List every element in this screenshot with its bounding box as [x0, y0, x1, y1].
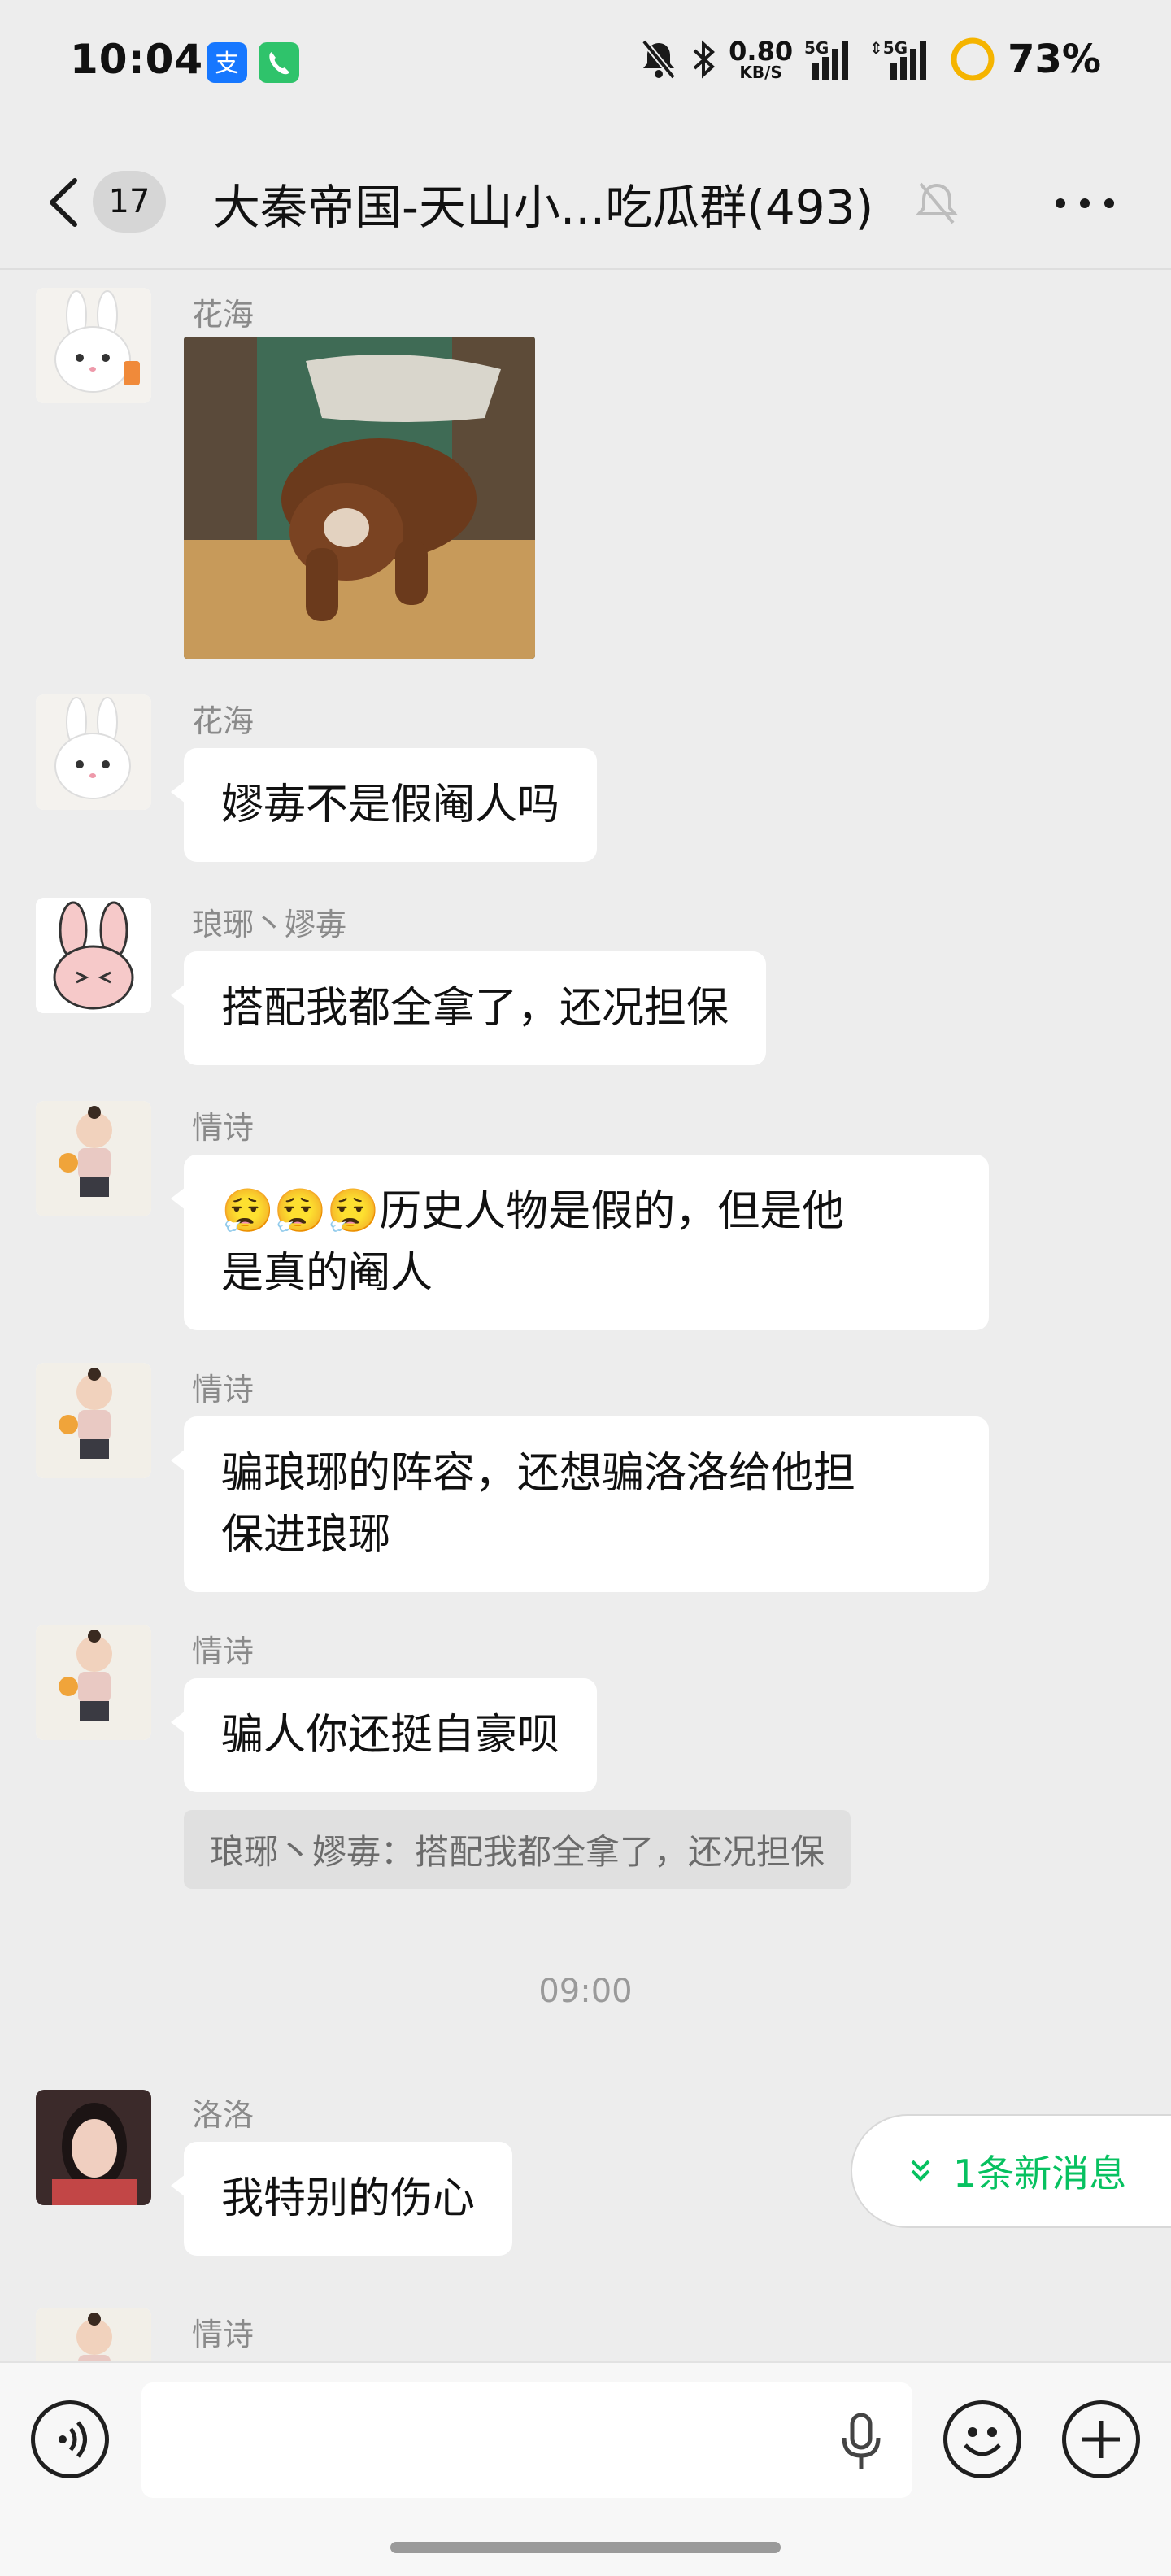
avatar[interactable] — [36, 288, 151, 403]
woman-avatar-icon — [36, 2090, 151, 2205]
bunny-avatar-icon — [36, 694, 151, 810]
microphone-icon[interactable] — [839, 2412, 883, 2474]
avatar[interactable] — [36, 1363, 151, 1478]
message-text-line: 😮‍💨😮‍💨😮‍💨历史人物是假的，但是他 — [221, 1187, 845, 1236]
double-chevron-down-icon — [911, 2160, 930, 2182]
toddler-avatar-icon — [36, 2308, 151, 2361]
phone-icon — [259, 42, 299, 83]
alipay-icon: 支 — [207, 42, 247, 83]
bunny-avatar-icon — [36, 288, 151, 403]
mute-bell-icon — [915, 182, 959, 224]
voice-icon — [59, 2421, 87, 2458]
toddler-avatar-icon — [36, 1363, 151, 1478]
emoji-button[interactable] — [943, 2400, 1021, 2478]
status-time: 10:04 — [70, 36, 204, 83]
avatar[interactable] — [36, 2308, 151, 2361]
message-bubble[interactable]: 搭配我都全拿了，还况担保 — [170, 951, 767, 1065]
mute-bell-icon — [642, 39, 677, 80]
svg-text:⇕5G: ⇕5G — [869, 38, 908, 58]
battery-percent: 73% — [1008, 37, 1101, 82]
avatar[interactable] — [36, 1101, 151, 1216]
toddler-avatar-icon — [36, 1625, 151, 1740]
more-functions-button[interactable] — [1062, 2400, 1140, 2478]
message-text-line: 骗琅琊的阵容，还想骗洛洛给他担 — [221, 1449, 856, 1498]
status-bar: 10:04 支 0.80 KB/S 5G ⇕5G 73% — [0, 0, 1171, 130]
toddler-avatar-icon — [36, 1101, 151, 1216]
more-options-icon[interactable] — [1052, 195, 1117, 211]
avatar[interactable] — [36, 1625, 151, 1740]
svg-text:支: 支 — [215, 50, 239, 78]
sender-name: 情诗 — [192, 1634, 255, 1669]
message-bubble[interactable]: 我特别的伤心 — [170, 2142, 513, 2256]
avatar[interactable] — [36, 898, 151, 1013]
bear-sticker-icon — [184, 337, 535, 659]
emoji-icon — [964, 2427, 1001, 2456]
message-bubble[interactable]: 😮‍💨😮‍💨😮‍💨历史人物是假的，但是他 是真的阉人 — [171, 1155, 989, 1330]
quoted-message[interactable]: 琅琊丶嫪毐：搭配我都全拿了，还况担保 — [184, 1810, 851, 1889]
message-text-line: 是真的阉人 — [221, 1249, 433, 1298]
sender-name: 花海 — [192, 703, 255, 739]
signal-5g-icon: 5G — [804, 38, 849, 80]
chat-title: 大秦帝国-天山小...吃瓜群(493) — [213, 180, 874, 235]
pink-bunny-avatar-icon — [36, 898, 151, 1013]
signal-5g-icon: ⇕5G — [869, 38, 927, 80]
sender-name: 洛洛 — [192, 2097, 255, 2133]
message-bubble[interactable]: 骗琅琊的阵容，还想骗洛洛给他担 保进琅琊 — [171, 1416, 989, 1592]
back-icon[interactable] — [42, 174, 91, 231]
chat-message-list[interactable]: 花海 — [0, 272, 1171, 2361]
timestamp: 09:00 — [538, 1973, 633, 2010]
message-input[interactable] — [141, 2382, 912, 2498]
voice-mode-button[interactable] — [31, 2400, 109, 2478]
avatar[interactable] — [36, 694, 151, 810]
net-speed: 0.80 KB/S — [729, 36, 794, 82]
sender-name: 琅琊丶嫪毐 — [192, 907, 347, 942]
sender-name: 情诗 — [192, 1110, 255, 1146]
unread-count-badge[interactable]: 17 — [93, 171, 166, 233]
sender-name: 情诗 — [192, 1372, 255, 1408]
battery-icon — [951, 37, 995, 81]
sender-name: 情诗 — [192, 2317, 255, 2352]
message-bubble[interactable]: 骗人你还挺自豪呗 — [170, 1678, 598, 1792]
bluetooth-icon — [693, 40, 716, 79]
chat-header: 17 大秦帝国-天山小...吃瓜群(493) — [0, 130, 1171, 270]
avatar[interactable] — [36, 2090, 151, 2205]
new-message-pill[interactable]: 1条新消息 — [851, 2114, 1171, 2228]
sticker-image[interactable] — [184, 337, 535, 659]
message-bubble[interactable]: 嫪毐不是假阉人吗 — [170, 748, 598, 862]
message-text-line: 保进琅琊 — [221, 1511, 391, 1560]
svg-text:5G: 5G — [804, 38, 829, 58]
new-message-label: 1条新消息 — [953, 2152, 1127, 2195]
plus-icon — [1082, 2421, 1120, 2458]
sender-name: 花海 — [192, 297, 255, 333]
home-indicator[interactable] — [390, 2542, 781, 2553]
status-right-group: 0.80 KB/S 5G ⇕5G 73% — [639, 36, 1101, 83]
